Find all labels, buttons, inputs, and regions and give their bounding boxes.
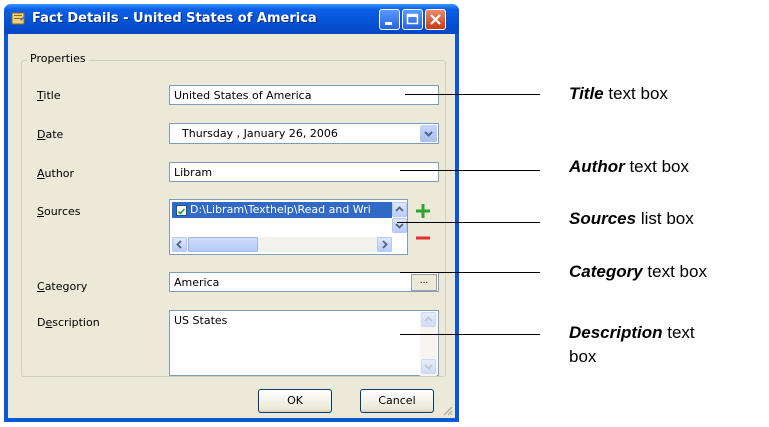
window-title: Fact Details - United States of America [32, 11, 317, 26]
scroll-thumb[interactable] [188, 237, 258, 252]
category-callout-line [400, 272, 540, 273]
arrow-up-icon [395, 206, 404, 212]
title-bar[interactable]: Fact Details - United States of America [4, 4, 459, 34]
title-callout: Title text box [569, 84, 668, 103]
date-value: Thursday , January 26, 2006 [182, 127, 338, 140]
title-value: United States of America [174, 89, 312, 102]
scroll-right-button[interactable] [377, 237, 392, 252]
scroll-up-button[interactable] [392, 202, 407, 217]
arrow-right-icon [382, 240, 388, 249]
sources-callout-line [397, 222, 540, 223]
close-icon [430, 14, 441, 25]
ok-button[interactable]: OK [258, 389, 332, 413]
app-icon [11, 12, 25, 25]
arrow-up-icon [424, 316, 433, 322]
resize-grip-icon[interactable] [441, 404, 453, 416]
arrow-down-icon [424, 364, 433, 370]
date-picker[interactable]: Thursday , January 26, 2006 [169, 123, 439, 144]
maximize-button[interactable] [402, 9, 423, 30]
title-callout-line [405, 94, 540, 95]
fact-details-window: Fact Details - United States of America … [4, 4, 459, 422]
remove-source-button[interactable] [412, 227, 434, 249]
author-text-box[interactable]: Libram [169, 162, 439, 182]
category-value: America [174, 276, 220, 289]
add-source-button[interactable] [412, 200, 434, 222]
minimize-button[interactable] [379, 9, 400, 30]
description-text-box[interactable]: US States [169, 310, 439, 376]
sources-list-box[interactable]: D:\Libram\Texthelp\Read and Wri [169, 199, 408, 255]
minimize-icon [385, 22, 392, 25]
sources-callout: Sources list box [569, 209, 694, 228]
date-label: Date [37, 128, 64, 141]
dialog-body: Properties Title United States of Americ… [8, 34, 455, 418]
scroll-up-button[interactable] [421, 312, 436, 327]
plus-icon [416, 204, 430, 218]
scroll-down-button[interactable] [392, 218, 407, 233]
arrow-left-icon [176, 240, 182, 249]
properties-group-label: Properties [27, 52, 89, 65]
title-text-box[interactable]: United States of America [169, 85, 439, 105]
title-label: Title [37, 89, 61, 102]
close-button[interactable] [425, 9, 446, 30]
description-callout-line [400, 334, 540, 335]
scroll-down-button[interactable] [421, 359, 436, 374]
category-label: Category [37, 280, 88, 293]
minus-icon [416, 236, 430, 240]
author-value: Libram [174, 166, 213, 179]
category-browse-button[interactable]: ... [411, 274, 437, 291]
sources-label: Sources [37, 205, 81, 218]
date-dropdown-button[interactable] [420, 125, 437, 142]
description-callout: Description text [569, 323, 695, 342]
author-label: Author [37, 167, 75, 180]
source-checkbox[interactable] [176, 205, 187, 216]
category-text-box[interactable]: America ... [169, 272, 439, 292]
arrow-down-icon [395, 223, 404, 229]
source-path: D:\Libram\Texthelp\Read and Wri [190, 203, 371, 216]
checkmark-icon [177, 208, 186, 215]
description-vertical-scrollbar[interactable] [420, 312, 437, 376]
scroll-left-button[interactable] [172, 237, 187, 252]
description-label: Description [37, 316, 100, 329]
sources-vertical-scrollbar[interactable] [392, 202, 407, 233]
description-value: US States [174, 314, 228, 327]
chevron-down-icon [424, 131, 433, 137]
description-callout-line2: box [569, 347, 597, 366]
author-callout-line [400, 170, 540, 171]
sources-horizontal-scrollbar[interactable] [172, 237, 392, 252]
maximize-icon [406, 13, 419, 25]
cancel-button[interactable]: Cancel [360, 389, 434, 413]
list-item[interactable]: D:\Libram\Texthelp\Read and Wri [172, 202, 392, 218]
author-callout: Author text box [569, 157, 689, 176]
category-callout: Category text box [569, 262, 707, 281]
